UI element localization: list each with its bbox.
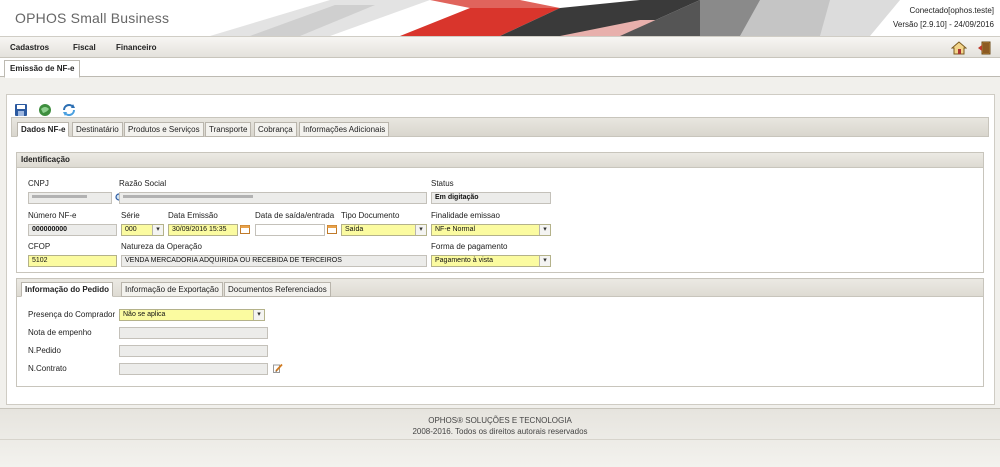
edit-icon[interactable]: [273, 363, 283, 373]
tipo-documento-label: Tipo Documento: [341, 211, 400, 220]
cfop-field[interactable]: 5102: [28, 255, 117, 267]
data-emissao-field[interactable]: 30/09/2016 15:35: [168, 224, 238, 236]
calendar-icon[interactable]: [327, 224, 337, 234]
menu-fiscal[interactable]: Fiscal: [73, 43, 96, 52]
page-tab-strip: Emissão de NF-e: [0, 58, 1000, 78]
tab-destinatario[interactable]: Destinatário: [72, 122, 123, 137]
nota-empenho-label: Nota de empenho: [28, 328, 92, 337]
logout-icon[interactable]: [977, 40, 993, 56]
natureza-field[interactable]: VENDA MERCADORIA ADQUIRIDA OU RECEBIDA D…: [121, 255, 427, 267]
tab-informacao-exportacao[interactable]: Informação de Exportação: [121, 282, 223, 297]
connection-status: Conectado[ophos.teste]: [909, 6, 994, 15]
tab-informacao-pedido[interactable]: Informação do Pedido: [21, 282, 114, 297]
calendar-icon[interactable]: [240, 224, 250, 234]
n-pedido-field[interactable]: [119, 345, 268, 357]
tab-produtos-servicos[interactable]: Produtos e Serviços: [124, 122, 204, 137]
tab-informacoes-adicionais[interactable]: Informações Adicionais: [299, 122, 390, 137]
tab-transporte[interactable]: Transporte: [205, 122, 252, 137]
presenca-value: Não se aplica: [123, 311, 166, 318]
data-saida-label: Data de saída/entrada: [255, 211, 335, 220]
finalidade-value: NF-e Normal: [435, 226, 476, 233]
razao-social-field[interactable]: [119, 192, 427, 204]
tab-cobranca[interactable]: Cobrança: [254, 122, 297, 137]
footer: OPHOS® SOLUÇÕES E TECNOLOGIA 2008-2016. …: [0, 408, 1000, 467]
main-panel: Dados NF-e Destinatário Produtos e Servi…: [6, 94, 995, 405]
n-pedido-label: N.Pedido: [28, 346, 61, 355]
app-header: OPHOS Small Business Conectado[ophos.tes…: [0, 0, 1000, 36]
cnpj-redacted: [32, 194, 87, 198]
n-contrato-field[interactable]: [119, 363, 268, 375]
forma-pagamento-select[interactable]: Pagamento à vista ▾: [431, 255, 551, 267]
data-saida-field[interactable]: [255, 224, 325, 236]
footer-divider: [0, 439, 1000, 440]
finalidade-label: Finalidade emissao: [431, 211, 500, 220]
status-field: Em digitação: [431, 192, 551, 204]
cnpj-label: CNPJ: [28, 179, 49, 188]
version-info: Versão [2.9.10] - 24/09/2016: [893, 20, 994, 29]
save-icon[interactable]: [14, 103, 28, 117]
presenca-select[interactable]: Não se aplica ▾: [119, 309, 265, 321]
pedido-section: Presença do Comprador Não se aplica ▾ No…: [16, 297, 984, 387]
tipo-documento-select[interactable]: Saída ▾: [341, 224, 427, 236]
app-title: OPHOS Small Business: [15, 10, 170, 26]
chevron-down-icon: ▾: [539, 225, 550, 235]
presenca-label: Presença do Comprador: [28, 310, 116, 319]
identificacao-section: Identificação CNPJ Razão Social Status E…: [16, 152, 984, 273]
identificacao-legend: Identificação: [17, 153, 983, 168]
status-label: Status: [431, 179, 454, 188]
finalidade-select[interactable]: NF-e Normal ▾: [431, 224, 551, 236]
menu-cadastros[interactable]: Cadastros: [10, 43, 49, 52]
tab-emissao-nfe[interactable]: Emissão de NF-e: [4, 60, 81, 78]
n-contrato-label: N.Contrato: [28, 364, 67, 373]
data-emissao-label: Data Emissão: [168, 211, 218, 220]
footer-copyright: 2008-2016. Todos os direitos autorais re…: [412, 427, 588, 436]
transmit-icon[interactable]: [38, 103, 52, 117]
numero-nfe-field[interactable]: 000000000: [28, 224, 117, 236]
chevron-down-icon: ▾: [152, 225, 163, 235]
cfop-label: CFOP: [28, 242, 51, 251]
chevron-down-icon: ▾: [253, 310, 264, 320]
menu-financeiro[interactable]: Financeiro: [116, 43, 156, 52]
pedido-tabs: Informação do Pedido Informação de Expor…: [16, 278, 984, 297]
tipo-documento-value: Saída: [345, 226, 364, 233]
refresh-icon[interactable]: [62, 103, 76, 117]
home-icon[interactable]: [950, 40, 968, 56]
razao-social-label: Razão Social: [119, 179, 167, 188]
chevron-down-icon: ▾: [539, 256, 550, 266]
footer-company: OPHOS® SOLUÇÕES E TECNOLOGIA: [428, 416, 572, 425]
serie-label: Série: [121, 211, 140, 220]
form-toolbar: [14, 103, 988, 117]
natureza-label: Natureza da Operação: [121, 242, 202, 251]
tab-documentos-referenciados[interactable]: Documentos Referenciados: [224, 282, 331, 297]
forma-pagamento-value: Pagamento à vista: [435, 257, 493, 264]
tab-dados-nfe[interactable]: Dados NF-e: [17, 122, 70, 137]
razao-social-redacted: [123, 194, 253, 198]
menu-bar: Cadastros Fiscal Financeiro: [0, 36, 1000, 58]
nfe-tabs: Dados NF-e Destinatário Produtos e Servi…: [11, 117, 989, 137]
cnpj-field[interactable]: [28, 192, 112, 204]
numero-nfe-label: Número NF-e: [28, 211, 77, 220]
forma-pagamento-label: Forma de pagamento: [431, 242, 508, 251]
nota-empenho-field[interactable]: [119, 327, 268, 339]
serie-value: 000: [125, 226, 137, 233]
serie-select[interactable]: 000 ▾: [121, 224, 164, 236]
chevron-down-icon: ▾: [415, 225, 426, 235]
